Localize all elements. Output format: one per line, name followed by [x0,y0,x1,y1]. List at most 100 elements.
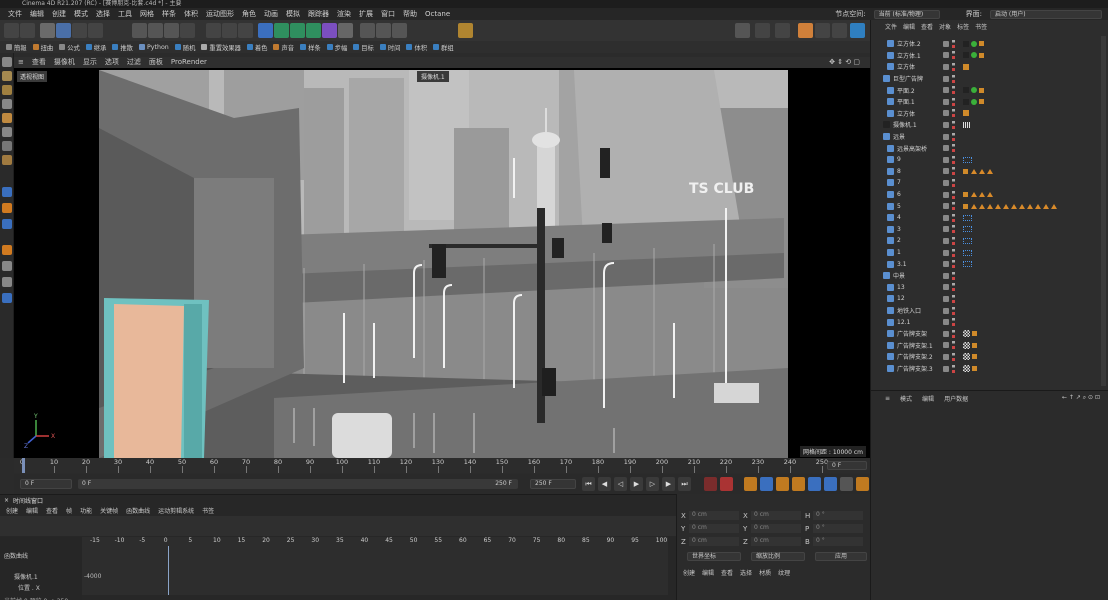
attr-menu-item[interactable]: 模式 [900,394,912,403]
effector-15[interactable]: 群组 [433,43,454,52]
viewport-menu-item[interactable]: 选项 [101,58,123,66]
coord-field[interactable]: 0 cm [751,524,801,533]
visibility-dots[interactable] [952,132,955,141]
pos-key-icon[interactable] [760,477,773,491]
viewport[interactable]: TS CLUB Y X Z [14,68,870,458]
visibility-check[interactable] [943,98,949,105]
timeline-menu-item[interactable]: 功能 [80,506,92,515]
key-mode-icon[interactable] [744,477,757,491]
object-row[interactable]: 巨型广告牌 [877,73,1105,85]
object-menu-item[interactable]: 文件 [885,22,897,31]
points-mode-icon[interactable] [2,57,12,67]
viewport-single-icon[interactable] [755,23,770,38]
menu-item[interactable]: 窗口 [377,10,399,18]
timeline-menu-item[interactable]: 运动剪辑系统 [158,506,194,515]
scale-key-icon[interactable] [792,477,805,491]
effector-14[interactable]: 体积 [406,43,427,52]
visibility-dots[interactable] [952,86,955,95]
object-row[interactable]: 13 [877,282,1105,294]
qr-icon[interactable] [850,23,865,38]
visibility-dots[interactable] [952,167,955,176]
visibility-dots[interactable] [952,283,955,292]
effector-8[interactable]: 着色 [246,43,267,52]
visibility-check[interactable] [943,319,949,326]
visibility-check[interactable] [943,145,949,152]
viewport-menu-item[interactable]: 面板 [145,58,167,66]
object-row[interactable]: 广告牌支架 [877,328,1105,340]
menu-item[interactable]: 创建 [48,10,70,18]
object-row[interactable]: 远景高架桥 [877,142,1105,154]
visibility-dots[interactable] [952,236,955,245]
effector-11[interactable]: 步幅 [326,43,347,52]
visibility-check[interactable] [943,249,949,256]
layout-select[interactable]: 启动 (用户) [990,9,1102,19]
download-icon[interactable] [815,23,830,38]
go-end-icon[interactable]: ⏭ [678,477,691,491]
coord-field[interactable]: 0 ° [813,524,863,533]
coord-icon[interactable] [180,23,195,38]
visibility-dots[interactable] [952,225,955,234]
timeline-menu-item[interactable]: 创建 [6,506,18,515]
viewport-menu-item[interactable]: 显示 [79,58,101,66]
visibility-dots[interactable] [952,144,955,153]
lock-icon[interactable] [392,23,407,38]
visibility-check[interactable] [943,295,949,302]
paint-icon[interactable] [2,245,12,255]
menu-item[interactable]: 选择 [92,10,114,18]
viewport-menu-item[interactable]: 摄像机 [50,58,79,66]
x-axis-icon[interactable] [132,23,147,38]
object-row[interactable]: 6 [877,189,1105,201]
texture-mode-icon[interactable] [2,113,12,123]
layer-icon[interactable] [2,293,12,303]
coord-field[interactable]: 0 cm [689,537,739,546]
object-row[interactable]: 7 [877,177,1105,189]
coord-apply-button[interactable]: 应用 [815,552,867,561]
menu-item[interactable]: 模拟 [282,10,304,18]
visibility-dots[interactable] [952,294,955,303]
effector-0[interactable]: 簡報 [6,43,27,52]
object-row[interactable]: 广告牌支架.2 [877,351,1105,363]
y-axis-icon[interactable] [148,23,163,38]
add-icon[interactable] [458,23,473,38]
object-row[interactable]: 地铁入口 [877,305,1105,317]
prev-key-icon[interactable]: ◀ [598,477,611,491]
timeline-menu-item[interactable]: 查看 [46,506,58,515]
camera-label[interactable]: 摄像机.1 [417,71,449,82]
timeline-menu-item[interactable]: 函数曲线 [126,506,150,515]
attr-menu-icon[interactable]: ≡ [885,395,890,402]
s-icon-2[interactable] [2,203,12,213]
track-camera[interactable]: 摄像机.1 [0,564,82,581]
object-row[interactable]: 摄像机.1 [877,119,1105,131]
visibility-dots[interactable] [952,178,955,187]
timeline-playhead[interactable] [22,458,25,473]
redo-icon[interactable] [20,23,35,38]
pen-icon[interactable] [274,23,289,38]
object-row[interactable]: 8 [877,166,1105,178]
viewport-quad-icon[interactable] [775,23,790,38]
material-menu-item[interactable]: 材质 [759,568,771,577]
next-frame-icon[interactable]: ▷ [646,477,659,491]
effector-10[interactable]: 样条 [300,43,321,52]
object-row[interactable]: 立方体 [877,108,1105,120]
object-row[interactable]: 立方体 [877,61,1105,73]
workplane-icon[interactable] [2,155,12,165]
polygons-mode-icon[interactable] [2,85,12,95]
menu-item[interactable]: 扩展 [355,10,377,18]
undo-icon[interactable] [4,23,19,38]
scale-icon[interactable] [72,23,87,38]
attr-nav-icons[interactable]: ← ↑ ↗ ⌕ ⊙ ⊡ [1062,394,1100,402]
visibility-dots[interactable] [952,248,955,257]
visibility-check[interactable] [943,261,949,268]
effector-7[interactable]: 重置效果器 [201,43,241,52]
effector-12[interactable]: 目标 [353,43,374,52]
object-row[interactable]: 立方体.2 [877,38,1105,50]
visibility-dots[interactable] [952,74,955,83]
menu-item[interactable]: 体积 [180,10,202,18]
menu-item[interactable]: 工具 [114,10,136,18]
object-row[interactable]: 12.1 [877,316,1105,328]
viewport-menu-item[interactable]: ProRender [167,58,211,66]
menu-item[interactable]: 动画 [260,10,282,18]
effector-5[interactable]: Python [138,44,169,51]
light-icon[interactable] [376,23,391,38]
visibility-check[interactable] [943,75,949,82]
